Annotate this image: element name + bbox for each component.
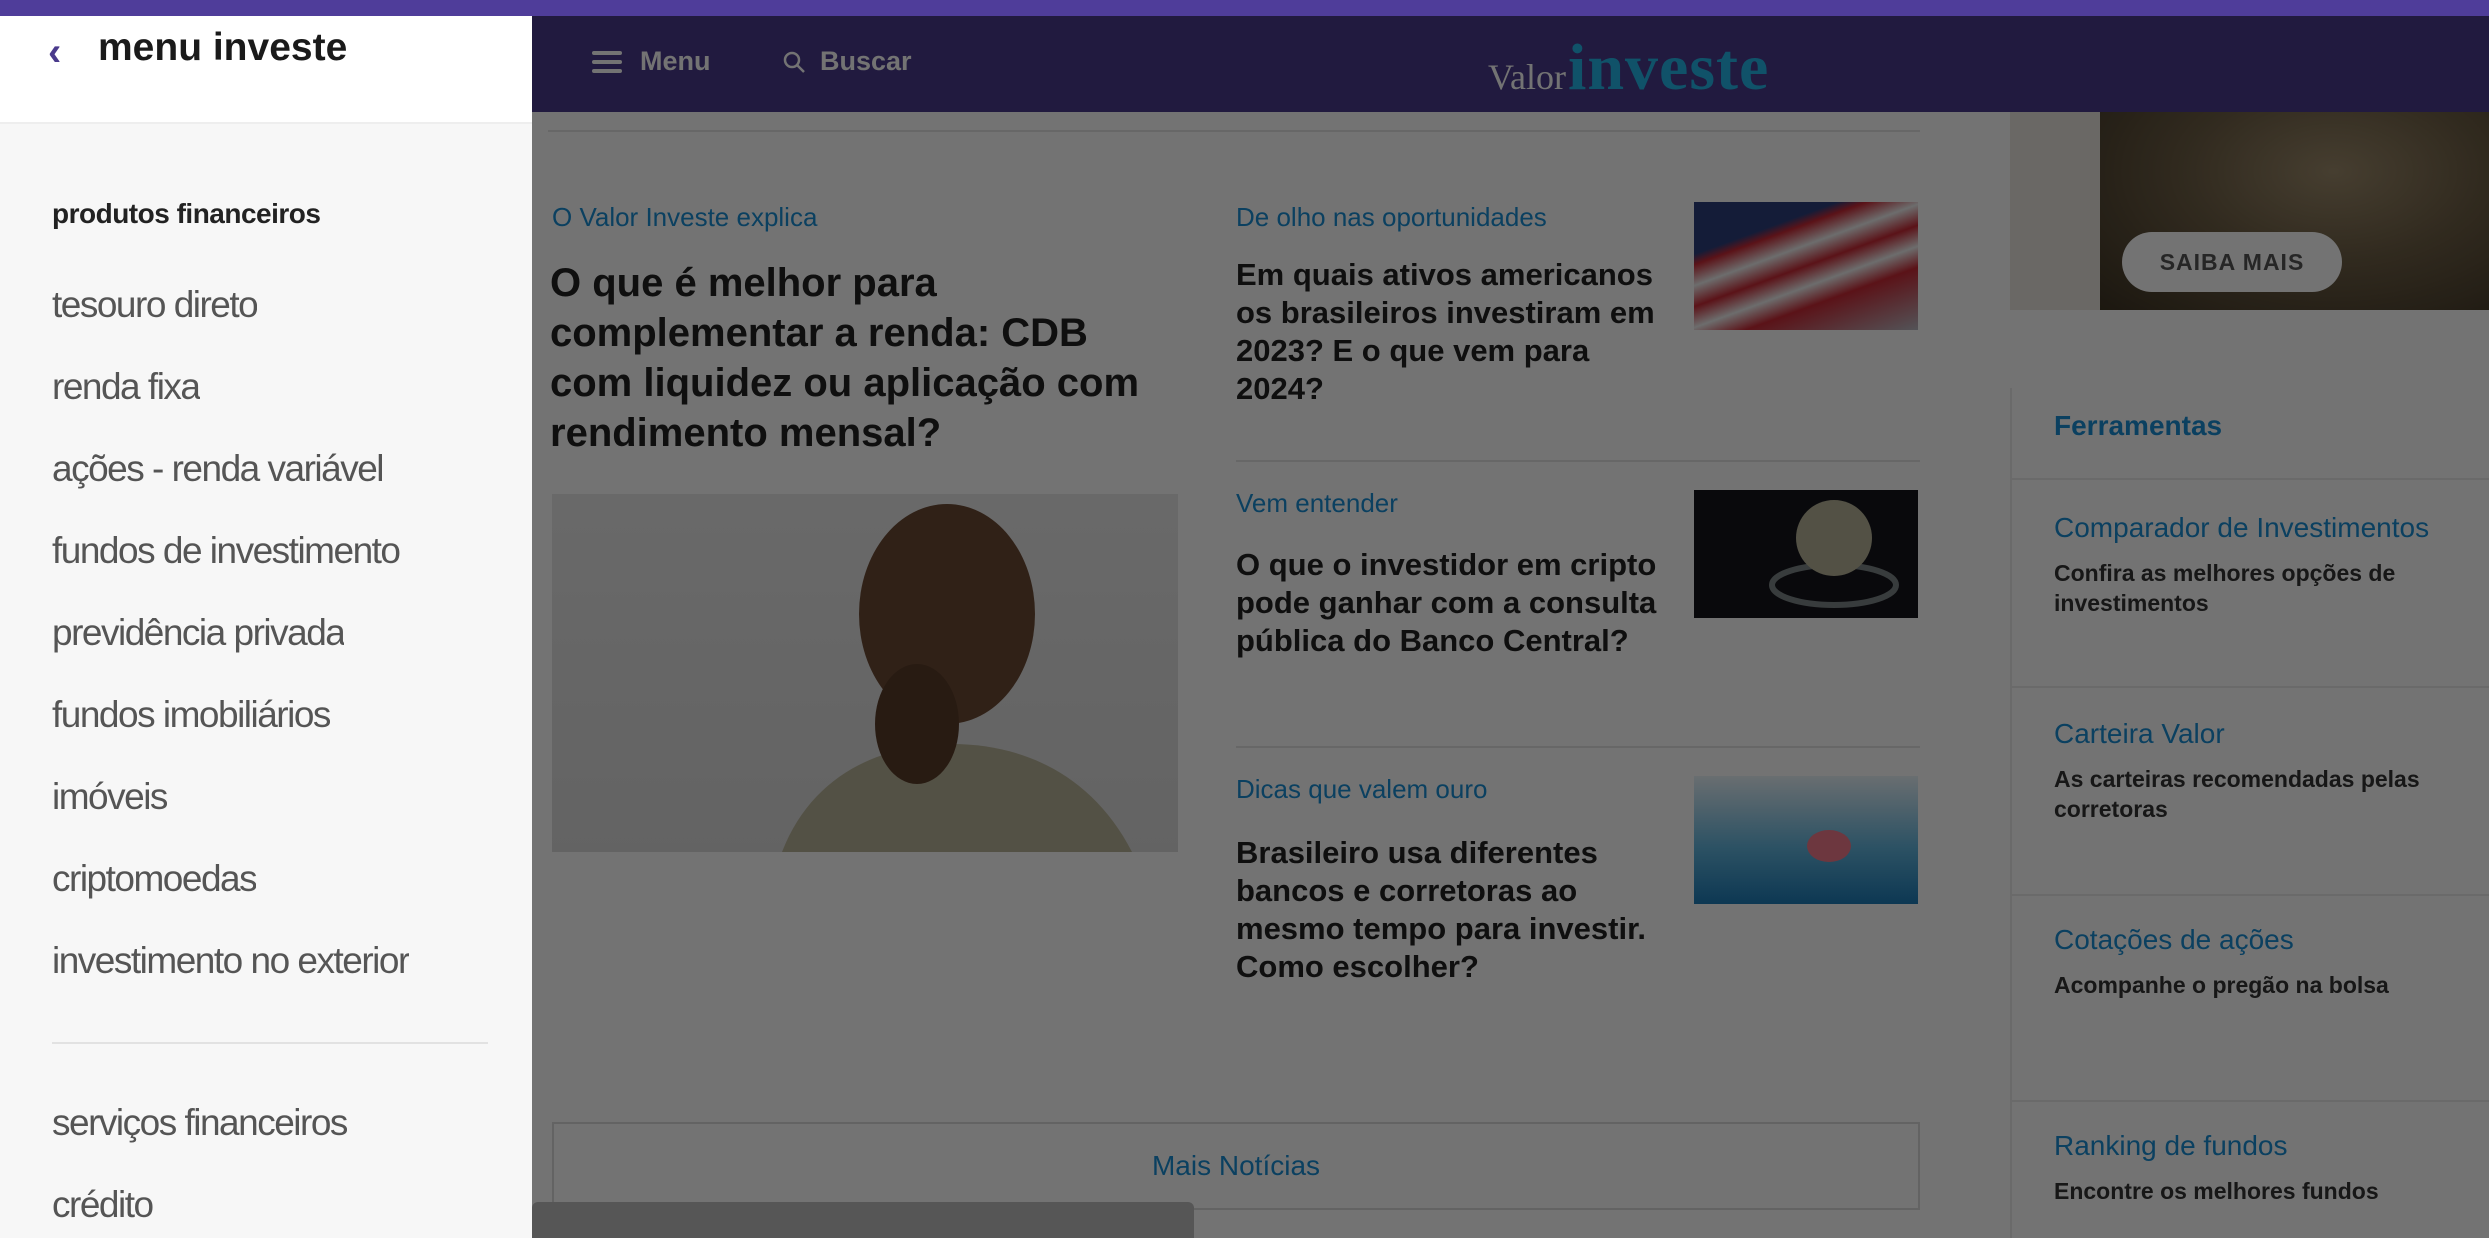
side-menu: ‹ menu investe produtos financeiros teso… <box>0 16 532 1238</box>
side-menu-section-title: produtos financeiros <box>52 198 321 229</box>
side-article-eyebrow[interactable]: Dicas que valem ouro <box>1236 774 1487 805</box>
side-article-eyebrow[interactable]: Vem entender <box>1236 488 1398 519</box>
side-menu-item[interactable]: crédito <box>52 1184 153 1226</box>
menu-button[interactable]: Menu <box>592 46 711 77</box>
side-article-image[interactable] <box>1694 490 1918 618</box>
side-article-image[interactable] <box>1694 202 1918 330</box>
tools-panel: Ferramentas Comparador de Investimentos … <box>2010 388 2489 1238</box>
side-menu-header: ‹ menu investe <box>0 16 532 124</box>
main-article-image[interactable] <box>552 494 1178 852</box>
tool-item[interactable]: Cotações de ações Acompanhe o pregão na … <box>2054 922 2484 1000</box>
side-menu-item[interactable]: criptomoedas <box>52 858 256 900</box>
tool-name[interactable]: Comparador de Investimentos <box>2054 510 2484 546</box>
main-article-eyebrow[interactable]: O Valor Investe explica <box>552 202 817 233</box>
tools-title: Ferramentas <box>2054 410 2223 441</box>
divider <box>2012 686 2489 688</box>
divider <box>548 130 1920 132</box>
divider <box>2012 894 2489 896</box>
side-menu-item[interactable]: fundos imobiliários <box>52 694 330 736</box>
search-label: Buscar <box>820 46 912 76</box>
divider <box>2012 478 2489 480</box>
tool-description: Confira as melhores opções de investimen… <box>2054 560 2396 616</box>
more-news-button[interactable]: Mais Notícias <box>552 1122 1920 1210</box>
tool-name[interactable]: Ranking de fundos <box>2054 1128 2484 1164</box>
side-menu-item[interactable]: ações - renda variável <box>52 448 383 490</box>
side-menu-item[interactable]: renda fixa <box>52 366 200 408</box>
menu-label: Menu <box>640 46 711 76</box>
side-menu-item[interactable]: previdência privada <box>52 612 344 654</box>
tool-description: Acompanhe o pregão na bolsa <box>2054 972 2389 998</box>
side-menu-item[interactable]: investimento no exterior <box>52 940 409 982</box>
side-article-image[interactable] <box>1694 776 1918 904</box>
advertisement[interactable]: SAIBA MAIS <box>2010 112 2489 310</box>
divider <box>52 1042 488 1044</box>
ad-cta-button[interactable]: SAIBA MAIS <box>2122 232 2342 292</box>
side-article-title[interactable]: Em quais ativos americanos os brasileiro… <box>1236 256 1676 408</box>
tool-item[interactable]: Ranking de fundos Encontre os melhores f… <box>2054 1128 2484 1206</box>
divider <box>1236 746 1920 748</box>
logo-valor: Valor <box>1488 57 1566 97</box>
side-menu-item[interactable]: fundos de investimento <box>52 530 400 572</box>
side-menu-item[interactable]: tesouro direto <box>52 284 257 326</box>
side-article-eyebrow[interactable]: De olho nas oportunidades <box>1236 202 1547 233</box>
side-article-title[interactable]: Brasileiro usa diferentes bancos e corre… <box>1236 834 1676 986</box>
divider <box>1236 460 1920 462</box>
search-icon <box>783 51 805 73</box>
hamburger-icon <box>592 50 622 73</box>
side-menu-item[interactable]: imóveis <box>52 776 167 818</box>
bottom-tab <box>532 1202 1194 1238</box>
search-button[interactable]: Buscar <box>782 46 912 77</box>
tool-item[interactable]: Carteira Valor As carteiras recomendadas… <box>2054 716 2484 824</box>
tool-item[interactable]: Comparador de Investimentos Confira as m… <box>2054 510 2484 618</box>
tool-name[interactable]: Cotações de ações <box>2054 922 2484 958</box>
side-article-title[interactable]: O que o investidor em cripto pode ganhar… <box>1236 546 1676 660</box>
logo-investe: investe <box>1567 31 1770 104</box>
divider <box>2012 1100 2489 1102</box>
site-logo[interactable]: Valor investe <box>1488 30 1769 106</box>
back-arrow-icon[interactable]: ‹ <box>48 30 61 75</box>
side-menu-item[interactable]: serviços financeiros <box>52 1102 347 1144</box>
main-article-title[interactable]: O que é melhor para complementar a renda… <box>550 258 1170 458</box>
tool-description: As carteiras recomendadas pelas corretor… <box>2054 766 2420 822</box>
tool-description: Encontre os melhores fundos <box>2054 1178 2379 1204</box>
tool-name[interactable]: Carteira Valor <box>2054 716 2484 752</box>
side-menu-title: menu investe <box>98 26 348 69</box>
